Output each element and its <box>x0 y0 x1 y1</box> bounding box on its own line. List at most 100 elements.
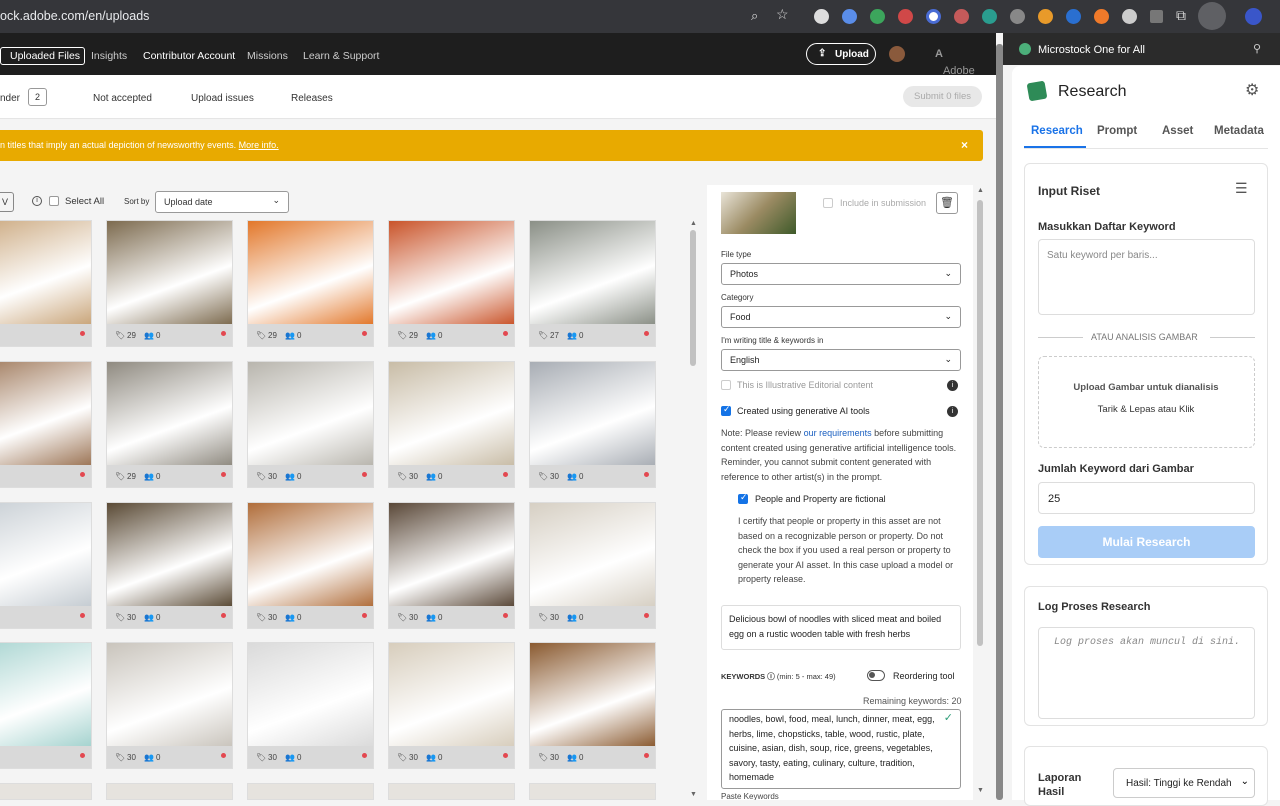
sort-select[interactable]: Upload date ⌄ <box>155 191 289 213</box>
extension-icon-12[interactable] <box>1122 9 1137 24</box>
tab-releases[interactable]: Releases <box>291 93 333 104</box>
info-icon[interactable]: ⓘ <box>767 672 775 681</box>
research-logo-icon <box>1026 80 1048 102</box>
close-icon[interactable]: × <box>961 138 968 152</box>
profile-avatar[interactable] <box>1245 8 1262 25</box>
bookmark-star-icon[interactable]: ☆ <box>776 6 789 23</box>
asset-tile[interactable] <box>529 783 656 800</box>
asset-tile[interactable]: 🏷 30 👥 0 <box>529 361 656 488</box>
extensions-puzzle-icon[interactable]: ⧉ <box>1176 7 1186 24</box>
asset-tile[interactable]: 🏷 30 👥 0 <box>247 361 374 488</box>
tab-upload-issues[interactable]: Upload issues <box>191 93 254 104</box>
asset-tile[interactable]: 🏷 30 👥 0 <box>529 502 656 629</box>
extension-icon-13[interactable] <box>1150 10 1163 23</box>
info-icon[interactable]: i <box>32 196 42 206</box>
language-select[interactable]: English ⌄ <box>721 349 961 371</box>
select-all-checkbox[interactable] <box>49 196 59 206</box>
side-panel-icon[interactable] <box>1198 2 1226 30</box>
extension-icon-8[interactable] <box>1010 9 1025 24</box>
keyword-count: 30 <box>268 613 277 622</box>
include-checkbox[interactable] <box>823 198 833 208</box>
requirements-link[interactable]: our requirements <box>804 428 872 438</box>
asset-tile[interactable]: 🏷 30 👥 0 <box>247 642 374 769</box>
asset-tile[interactable] <box>388 783 515 800</box>
gear-icon[interactable]: ⚙ <box>1245 80 1259 100</box>
extension-icon-6[interactable] <box>954 9 969 24</box>
asset-tile[interactable]: 🏷 29 👥 0 <box>106 361 233 488</box>
scroll-down-icon[interactable]: ▼ <box>977 787 984 794</box>
keywords-textarea[interactable]: noodles, bowl, food, meal, lunch, dinner… <box>721 709 961 789</box>
view-toggle[interactable]: V <box>0 192 14 212</box>
asset-tile[interactable] <box>247 783 374 800</box>
tab-not-accepted[interactable]: Not accepted <box>93 93 152 104</box>
extension-icon-4[interactable] <box>898 9 913 24</box>
asset-tile[interactable]: 🏷 30 👥 0 <box>388 502 515 629</box>
asset-tile[interactable]: 🏷 30 👥 0 <box>247 502 374 629</box>
extension-icon-1[interactable] <box>814 9 829 24</box>
extension-icon-3[interactable] <box>870 9 885 24</box>
avatar[interactable] <box>889 46 905 62</box>
upload-button[interactable]: ⇪ Upload <box>806 43 876 65</box>
extension-icon-11[interactable] <box>1094 9 1109 24</box>
nav-learn-support[interactable]: Learn & Support <box>303 50 379 62</box>
asset-tile[interactable]: 🏷 29 👥 0 <box>388 220 515 347</box>
illustrative-checkbox[interactable] <box>721 380 731 390</box>
asset-tile[interactable]: 🏷👥0 <box>0 502 92 629</box>
asset-tile[interactable]: 🏷👥0 <box>0 220 92 347</box>
asset-tile[interactable]: 🏷 29 👥 0 <box>247 220 374 347</box>
extension-icon-5[interactable] <box>926 9 941 24</box>
tab-reminder[interactable]: nder <box>0 93 20 104</box>
keyword-count-input[interactable]: 25 <box>1038 482 1255 514</box>
tab-metadata[interactable]: Metadata <box>1214 125 1264 137</box>
asset-tile[interactable]: 🏷 27 👥 0 <box>529 220 656 347</box>
asset-tile[interactable] <box>106 783 233 800</box>
detail-scrollbar[interactable] <box>977 200 983 646</box>
keyword-list-textarea[interactable]: Satu keyword per baris... <box>1038 239 1255 315</box>
nav-missions[interactable]: Missions <box>247 50 288 62</box>
info-icon[interactable]: i <box>947 406 958 417</box>
scroll-up-icon[interactable]: ▲ <box>977 187 984 194</box>
asset-tile[interactable]: 🏷 30 👥 0 <box>529 642 656 769</box>
page-scrollbar[interactable] <box>996 44 1003 800</box>
extension-icon-9[interactable] <box>1038 9 1053 24</box>
more-info-link[interactable]: More info. <box>239 140 279 150</box>
gen-ai-checkbox[interactable] <box>721 404 731 416</box>
nav-contributor-account[interactable]: Contributor Account <box>143 50 235 62</box>
nav-uploaded-files[interactable]: Uploaded Files <box>0 47 86 65</box>
tab-prompt[interactable]: Prompt <box>1097 125 1137 137</box>
category-select[interactable]: Food ⌄ <box>721 306 961 328</box>
pin-icon[interactable]: ⚲ <box>1253 42 1261 55</box>
people-icon: 👥 <box>285 613 295 622</box>
asset-tile[interactable] <box>0 783 92 800</box>
title-field[interactable]: Delicious bowl of noodles with sliced me… <box>721 605 961 650</box>
file-type-select[interactable]: Photos ⌄ <box>721 263 961 285</box>
scroll-up-icon[interactable]: ▲ <box>690 220 697 227</box>
submit-files-button[interactable]: Submit 0 files <box>903 86 982 107</box>
extension-icon-10[interactable] <box>1066 9 1081 24</box>
asset-tile[interactable]: 🏷 30 👥 0 <box>106 502 233 629</box>
paste-keywords-label[interactable]: Paste Keywords <box>721 792 779 800</box>
tab-asset[interactable]: Asset <box>1162 125 1193 137</box>
report-sort-select[interactable]: Hasil: Tinggi ke Rendah ⌄ <box>1113 768 1255 798</box>
zoom-icon[interactable]: ⌕ <box>751 8 758 24</box>
grid-scrollbar[interactable] <box>690 230 696 366</box>
sliders-icon[interactable]: ☰ <box>1235 180 1248 197</box>
extension-icon-7[interactable] <box>982 9 997 24</box>
trash-icon[interactable]: 🗑 <box>936 192 958 214</box>
start-research-button[interactable]: Mulai Research <box>1038 526 1255 558</box>
asset-tile[interactable]: 🏷👥0 <box>0 361 92 488</box>
image-dropzone[interactable]: Upload Gambar untuk dianalisis Tarik & L… <box>1038 356 1255 448</box>
tab-research[interactable]: Research <box>1031 125 1083 137</box>
extension-icon-2[interactable] <box>842 9 857 24</box>
asset-tile[interactable]: 🏷 30 👥 0 <box>388 361 515 488</box>
asset-tile[interactable]: 🏷 29 👥 0 <box>106 220 233 347</box>
fictional-checkbox[interactable] <box>738 492 748 504</box>
info-icon[interactable]: i <box>947 380 958 391</box>
asset-tile[interactable]: 🏷👥0 <box>0 642 92 769</box>
address-bar[interactable]: ock.adobe.com/en/uploads <box>0 9 149 23</box>
scroll-down-icon[interactable]: ▼ <box>690 791 697 798</box>
reorder-toggle[interactable] <box>867 670 885 681</box>
nav-insights[interactable]: Insights <box>91 50 127 62</box>
asset-tile[interactable]: 🏷 30 👥 0 <box>106 642 233 769</box>
asset-tile[interactable]: 🏷 30 👥 0 <box>388 642 515 769</box>
